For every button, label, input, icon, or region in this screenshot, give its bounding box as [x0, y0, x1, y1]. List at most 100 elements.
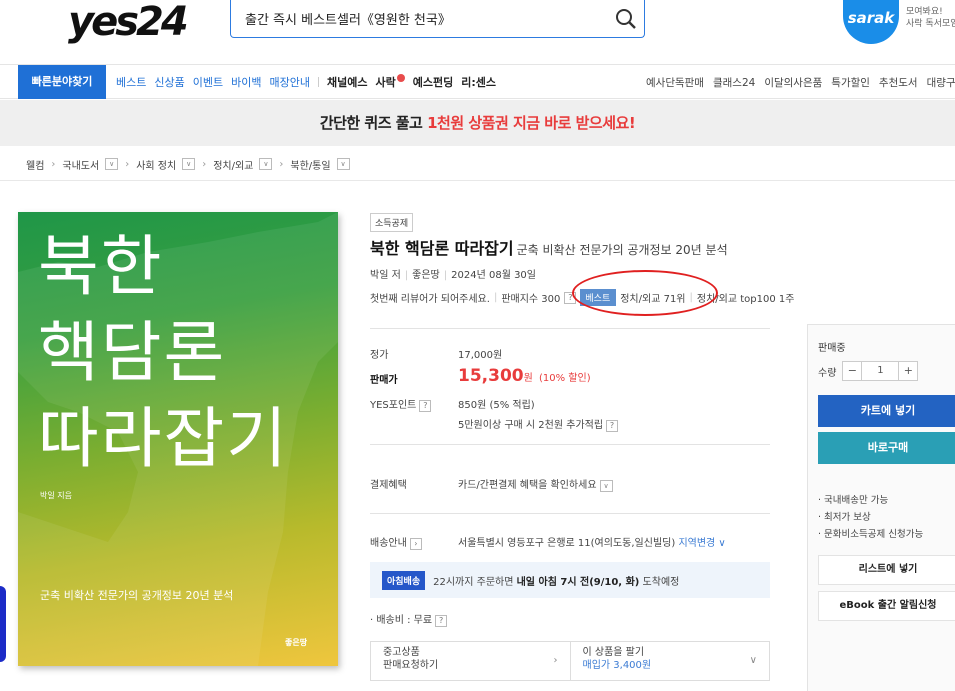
buy-now-button[interactable]: 바로구매 — [818, 432, 955, 464]
nav-item-class24[interactable]: 클래스24 — [713, 75, 755, 90]
ebook-alert-button[interactable]: eBook 출간 알림신청 — [818, 591, 955, 621]
add-to-cart-button[interactable]: 카트에 넣기 — [818, 395, 955, 427]
breadcrumb: 웰컴 › 국내도서 ∨ › 사회 정치 ∨ › 정치/외교 ∨ › 북한/통일 ∨ — [26, 156, 350, 172]
red-annotation-circle — [572, 270, 718, 316]
sell-title: 이 상품을 팔기 — [582, 647, 645, 658]
delivery-label-row[interactable]: 배송안내 › — [370, 534, 422, 550]
review-cta-link[interactable]: 첫번째 리뷰어가 되어주세요. — [370, 290, 490, 305]
new-badge-icon — [396, 74, 405, 82]
breadcrumb-northkorea[interactable]: 북한/통일 — [290, 157, 330, 172]
benefit-item: · 문화비소득공제 신청가능 — [818, 529, 924, 540]
nav-item-best[interactable]: 베스트 — [116, 74, 146, 90]
cover-title-line3: 따라잡기 — [38, 400, 289, 477]
nav-item-sale[interactable]: 특가할인 — [831, 75, 870, 90]
quiz-banner[interactable]: 간단한 퀴즈 풀고 1천원 상품권 지금 바로 받으세요! — [0, 100, 955, 146]
product-title: 북한 핵담론 따라잡기 — [370, 239, 514, 258]
discount-rate: (10% 할인) — [539, 373, 591, 384]
benefit-list: · 국내배송만 가능 · 최저가 보상 · 문화비소득공제 신청가능 — [818, 492, 923, 543]
sale-price-label: 판매가 — [370, 375, 398, 386]
payment-benefit: 카드/간편결제 혜택을 확인하세요 — [458, 480, 597, 491]
quick-category-button[interactable]: 빠른분야찾기 — [18, 65, 106, 99]
benefit-item: · 국내배송만 가능 — [818, 495, 889, 506]
divider — [370, 328, 770, 329]
sell-product-link[interactable]: 이 상품을 팔기 매입가 3,400원 ∨ — [569, 642, 770, 680]
chevron-down-icon: ∨ — [749, 655, 757, 666]
yes24-logo[interactable]: yes24 — [68, 0, 189, 44]
sarak-logo[interactable]: sarak — [843, 0, 899, 44]
side-floating-icon[interactable] — [0, 586, 6, 662]
cover-title-line2: 핵담론 — [38, 314, 227, 391]
delivery-label: 배송안내 — [370, 538, 407, 549]
nav-item-funding[interactable]: 예스펀딩 — [413, 74, 453, 90]
chevron-right-icon: › — [279, 158, 284, 170]
payment-benefit-row[interactable]: 카드/간편결제 혜택을 확인하세요 ∨ — [458, 476, 613, 492]
shipping-fee: · 배송비 : 무료 — [370, 615, 433, 626]
chevron-right-icon[interactable]: › — [409, 538, 422, 550]
search-bar[interactable]: 출간 즉시 베스트셀러《영원한 천국》 — [230, 0, 645, 38]
nav-item-event[interactable]: 이벤트 — [193, 74, 223, 90]
nav-left-items: 베스트 신상품 이벤트 바이백 매장안내 채널예스 사락 예스펀딩 리:센스 — [116, 65, 496, 99]
nav-item-channel-yes[interactable]: 채널예스 — [327, 74, 367, 90]
region-change-label: 지역변경 — [678, 538, 716, 549]
publisher-link[interactable]: 좋은땅 — [412, 270, 440, 281]
sarak-message[interactable]: 모여봐요! 사락 독서모임 — [906, 6, 955, 30]
benefit-item: · 최저가 보상 — [818, 512, 871, 523]
publish-date: 2024년 08월 30일 — [451, 270, 536, 281]
nav-item-bulk[interactable]: 대량구매 — [927, 75, 955, 90]
used-product-box: 중고상품 판매요청하기 › 이 상품을 팔기 매입가 3,400원 ∨ — [370, 641, 770, 681]
nav-item-sarak[interactable]: 사락 — [375, 74, 405, 90]
sell-price: 매입가 3,400원 — [582, 660, 652, 671]
breadcrumb-society[interactable]: 사회 정치 — [136, 157, 176, 172]
sale-price-row: 15,300원 (10% 할인) — [458, 366, 591, 386]
add-to-list-button[interactable]: 리스트에 넣기 — [818, 555, 955, 585]
plus-button[interactable]: + — [899, 362, 917, 380]
breadcrumb-politics[interactable]: 정치/외교 — [213, 157, 253, 172]
product-subtitle: 군축 비확산 전문가의 공개정보 20년 분석 — [516, 243, 728, 257]
chevron-down-icon[interactable]: ∨ — [599, 480, 613, 492]
chevron-right-icon: › — [51, 158, 56, 170]
author-link[interactable]: 박일 저 — [370, 270, 401, 281]
chevron-down-icon[interactable]: ∨ — [336, 158, 350, 170]
search-icon[interactable] — [608, 1, 644, 37]
book-cover[interactable]: 북한 핵담론 따라잡기 박일 지음 군축 비확산 전문가의 공개정보 20년 분… — [18, 212, 338, 666]
chevron-down-icon[interactable]: ∨ — [105, 158, 119, 170]
quantity-label: 수량 — [818, 367, 837, 379]
payment-label: 결제혜택 — [370, 480, 407, 491]
quantity-input[interactable]: 1 — [861, 362, 900, 380]
quantity-stepper[interactable]: − 1 + — [842, 361, 919, 381]
minus-button[interactable]: − — [843, 362, 861, 380]
region-change-link[interactable]: 지역변경 ∨ — [678, 538, 725, 549]
help-icon[interactable]: ? — [606, 420, 619, 432]
points-extra-row: 5만원이상 구매 시 2천원 추가적립? — [458, 416, 619, 432]
product-title-row: 북한 핵담론 따라잡기 군축 비확산 전문가의 공개정보 20년 분석 — [370, 235, 728, 259]
points-value: 850원 (5% 적립) — [458, 400, 535, 411]
breadcrumb-home[interactable]: 웰컴 — [26, 157, 44, 172]
list-price: 17,000원 — [458, 350, 503, 361]
banner-highlight: 1천원 상품권 지금 바로 받으세요! — [427, 114, 636, 132]
cover-subtitle: 군축 비확산 전문가의 공개정보 20년 분석 — [40, 589, 234, 602]
chevron-down-icon[interactable]: ∨ — [182, 158, 196, 170]
nav-item-buyback[interactable]: 바이백 — [231, 74, 261, 90]
used-product-request[interactable]: 중고상품 판매요청하기 › — [371, 642, 570, 680]
nav-item-exclusive[interactable]: 예사단독판매 — [646, 75, 704, 90]
cover-publisher: 좋은땅 — [285, 638, 308, 647]
nav-item-store[interactable]: 매장안내 — [270, 74, 310, 90]
sales-index: 판매지수 300 — [501, 294, 561, 305]
used-sub: 판매요청하기 — [383, 660, 439, 671]
chevron-right-icon: › — [553, 655, 558, 666]
breadcrumb-domestic[interactable]: 국내도서 — [62, 157, 99, 172]
points-label-row: YES포인트? — [370, 396, 432, 412]
morning-delivery-text: 22시까지 주문하면 내일 아침 7시 전(9/10, 화) 도착예정 — [433, 573, 679, 588]
nav-item-recommend[interactable]: 추천도서 — [879, 75, 918, 90]
divider — [0, 180, 955, 181]
help-icon[interactable]: ? — [419, 400, 432, 412]
points-extra: 5만원이상 구매 시 2천원 추가적립 — [458, 420, 604, 431]
nav-item-gift[interactable]: 이달의사은품 — [764, 75, 822, 90]
chevron-down-icon[interactable]: ∨ — [259, 158, 273, 170]
search-input[interactable]: 출간 즉시 베스트셀러《영원한 천국》 — [245, 9, 608, 28]
nav-item-license[interactable]: 리:센스 — [461, 74, 496, 90]
morning-text-bold: 내일 아침 7시 전(9/10, 화) — [516, 576, 640, 588]
nav-item-new[interactable]: 신상품 — [154, 74, 184, 90]
help-icon[interactable]: ? — [435, 615, 448, 627]
sale-price-value: 15,300 — [458, 366, 524, 386]
